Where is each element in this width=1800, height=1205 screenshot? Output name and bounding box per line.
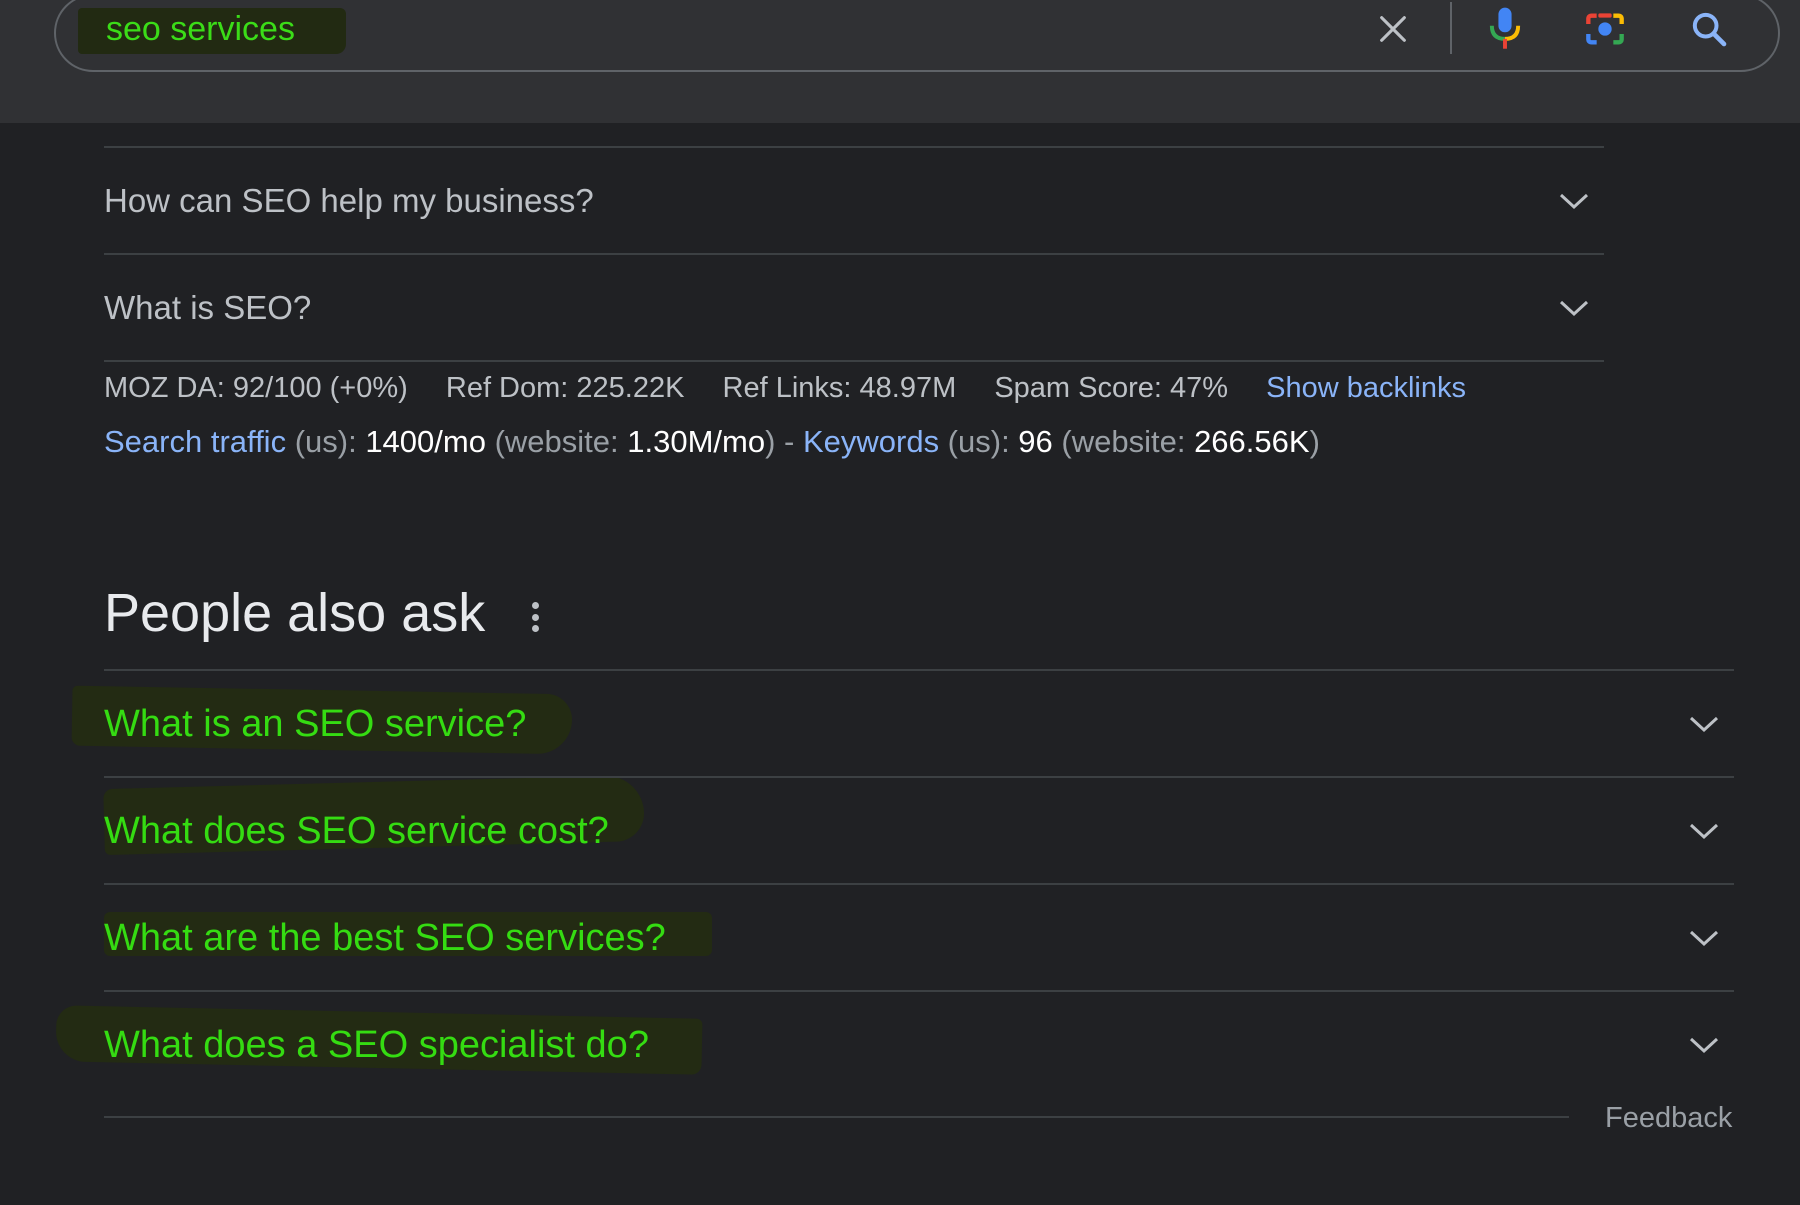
show-backlinks-link[interactable]: Show backlinks [1266, 372, 1466, 404]
paa-question: What does SEO service cost? [104, 809, 609, 852]
paa-item[interactable]: What is an SEO service? [104, 669, 1734, 777]
search-divider [1450, 2, 1452, 54]
website-keywords-value: 266.56K [1194, 424, 1310, 459]
search-icon[interactable] [1684, 4, 1734, 54]
people-also-ask-title: People also ask [104, 583, 486, 643]
more-options-icon[interactable] [520, 598, 550, 636]
paa-question: What does a SEO specialist do? [104, 1023, 649, 1066]
camera-lens-icon[interactable] [1580, 4, 1630, 54]
traffic-website-open: (website: [485, 424, 628, 459]
traffic-value: 1400/mo [365, 424, 486, 459]
chevron-down-icon[interactable] [1554, 181, 1594, 221]
keywords-website-open: (website: [1052, 424, 1195, 459]
moz-ref-dom: Ref Dom: 225.22K [445, 372, 685, 404]
faq-item[interactable]: What is SEO? [104, 253, 1604, 361]
paa-item[interactable]: What does a SEO specialist do? [104, 990, 1734, 1098]
chevron-down-icon[interactable] [1684, 704, 1724, 744]
close-icon[interactable] [1368, 4, 1418, 54]
faq-question: How can SEO help my business? [104, 182, 594, 219]
paa-question: What is an SEO service? [104, 702, 527, 745]
chevron-down-icon[interactable] [1684, 918, 1724, 958]
paa-question: What are the best SEO services? [104, 916, 666, 959]
faq-item[interactable]: How can SEO help my business? [104, 146, 1604, 254]
moz-ref-links: Ref Links: 48.97M [722, 372, 957, 404]
keywords-link[interactable]: Keywords [803, 424, 939, 459]
feedback-link[interactable]: Feedback [1605, 1102, 1732, 1135]
chevron-down-icon[interactable] [1684, 1025, 1724, 1065]
search-header: seo services [0, 0, 1800, 123]
search-box[interactable]: seo services [54, 0, 1780, 72]
keywords-value: 96 [1018, 424, 1053, 459]
traffic-website-close: ) - [765, 424, 803, 459]
moz-metrics: MOZ DA: 92/100 (+0%) Ref Dom: 225.22K Re… [104, 372, 1466, 405]
divider [104, 1116, 1569, 1118]
search-query[interactable]: seo services [106, 10, 295, 49]
keywords-region: (us): [939, 424, 1019, 459]
paa-item[interactable]: What does SEO service cost? [104, 776, 1734, 884]
moz-spam-score: Spam Score: 47% [994, 372, 1229, 404]
keywords-website-close: ) [1309, 424, 1320, 459]
paa-item[interactable]: What are the best SEO services? [104, 883, 1734, 991]
website-traffic-value: 1.30M/mo [627, 424, 766, 459]
chevron-down-icon[interactable] [1554, 288, 1594, 328]
search-traffic-link[interactable]: Search traffic [104, 424, 286, 459]
moz-da: MOZ DA: 92/100 (+0%) [104, 372, 408, 404]
faq-question: What is SEO? [104, 289, 312, 326]
traffic-metrics: Search traffic (us): 1400/mo (website: 1… [104, 424, 1320, 460]
divider [104, 360, 1604, 362]
traffic-region: (us): [286, 424, 366, 459]
chevron-down-icon[interactable] [1684, 811, 1724, 851]
microphone-icon[interactable] [1480, 4, 1530, 54]
